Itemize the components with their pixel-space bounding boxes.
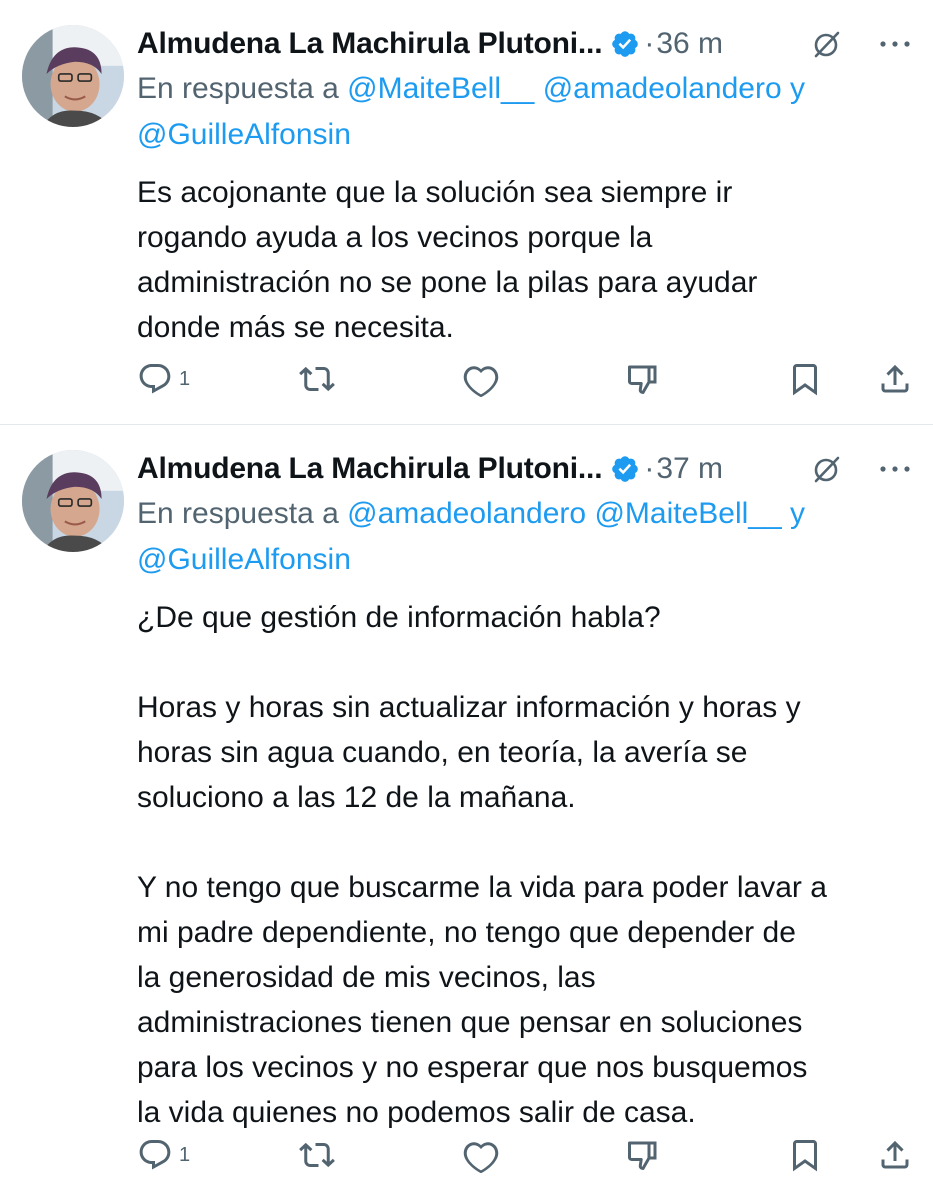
- retweet-icon: [299, 1142, 335, 1168]
- tweet-content: Almudena La Machirula Plutoni... · 36 m …: [137, 24, 913, 350]
- tweet-header: Almudena La Machirula Plutoni... · 37 m: [137, 449, 913, 489]
- downvote-button[interactable]: [625, 1135, 661, 1175]
- tweet[interactable]: Almudena La Machirula Plutoni... · 36 m …: [0, 0, 933, 424]
- reply-bubble-icon: [139, 1140, 171, 1170]
- mention-conjunction: y: [790, 72, 805, 105]
- reply-button[interactable]: 1: [137, 1135, 190, 1175]
- share-icon: [881, 364, 909, 393]
- avatar[interactable]: [22, 450, 124, 552]
- reply-prefix: En respuesta a: [137, 497, 348, 530]
- more-dots-icon[interactable]: [877, 32, 913, 56]
- retweet-button[interactable]: [299, 1135, 335, 1175]
- more-dots-icon[interactable]: [877, 457, 913, 481]
- verified-badge-icon: [612, 456, 639, 482]
- verified-badge-icon: [612, 31, 639, 57]
- grok-icon[interactable]: [811, 453, 843, 485]
- tweet-text: ¿De que gestión de información habla? Ho…: [137, 601, 827, 1129]
- like-button[interactable]: [463, 1135, 499, 1175]
- separator-dot: ·: [644, 452, 655, 485]
- heart-icon: [463, 1142, 499, 1173]
- share-icon: [881, 1140, 909, 1169]
- mention-link[interactable]: @GuilleAlfonsin: [137, 543, 351, 576]
- downvote-icon: [627, 365, 657, 394]
- tweet-actions: 1: [137, 359, 913, 399]
- share-button[interactable]: [877, 1135, 913, 1175]
- separator-dot: ·: [644, 27, 655, 60]
- heart-icon: [463, 366, 499, 397]
- tweet-text: Es acojonante que la solución sea siempr…: [137, 176, 758, 344]
- mention-link[interactable]: @amadeolandero: [543, 72, 782, 105]
- retweet-icon: [299, 366, 335, 392]
- timestamp[interactable]: 37 m: [656, 452, 723, 486]
- reply-context: En respuesta a @MaiteBell__ @amadeolande…: [137, 66, 913, 158]
- grok-icon[interactable]: [811, 28, 843, 60]
- mention-link[interactable]: @MaiteBell__: [347, 72, 534, 105]
- tweet-header: Almudena La Machirula Plutoni... · 36 m: [137, 24, 913, 64]
- reply-prefix: En respuesta a: [137, 72, 348, 105]
- retweet-button[interactable]: [299, 359, 335, 399]
- mention-conjunction: y: [790, 497, 805, 530]
- bookmark-button[interactable]: [787, 359, 823, 399]
- mention-link[interactable]: @amadeolandero: [347, 497, 586, 530]
- mention-link[interactable]: @GuilleAlfonsin: [137, 118, 351, 151]
- author-name[interactable]: Almudena La Machirula Plutoni...: [137, 27, 603, 61]
- timestamp[interactable]: 36 m: [656, 27, 723, 61]
- reply-count: 1: [179, 1143, 191, 1166]
- avatar[interactable]: [22, 25, 124, 127]
- bookmark-button[interactable]: [787, 1135, 823, 1175]
- reply-context: En respuesta a @amadeolandero @MaiteBell…: [137, 491, 913, 583]
- downvote-button[interactable]: [625, 359, 661, 399]
- bookmark-icon: [793, 1140, 817, 1172]
- tweet[interactable]: Almudena La Machirula Plutoni... · 37 m …: [0, 425, 933, 1199]
- reply-bubble-icon: [139, 364, 171, 394]
- mention-link[interactable]: @MaiteBell__: [594, 497, 781, 530]
- tweet-content: Almudena La Machirula Plutoni... · 37 m …: [137, 449, 913, 1135]
- like-button[interactable]: [463, 359, 499, 399]
- downvote-icon: [627, 1141, 657, 1170]
- reply-button[interactable]: 1: [137, 359, 190, 399]
- reply-count: 1: [179, 367, 191, 390]
- bookmark-icon: [793, 364, 817, 396]
- share-button[interactable]: [877, 359, 913, 399]
- author-name[interactable]: Almudena La Machirula Plutoni...: [137, 452, 603, 486]
- tweet-actions: 1: [137, 1135, 913, 1175]
